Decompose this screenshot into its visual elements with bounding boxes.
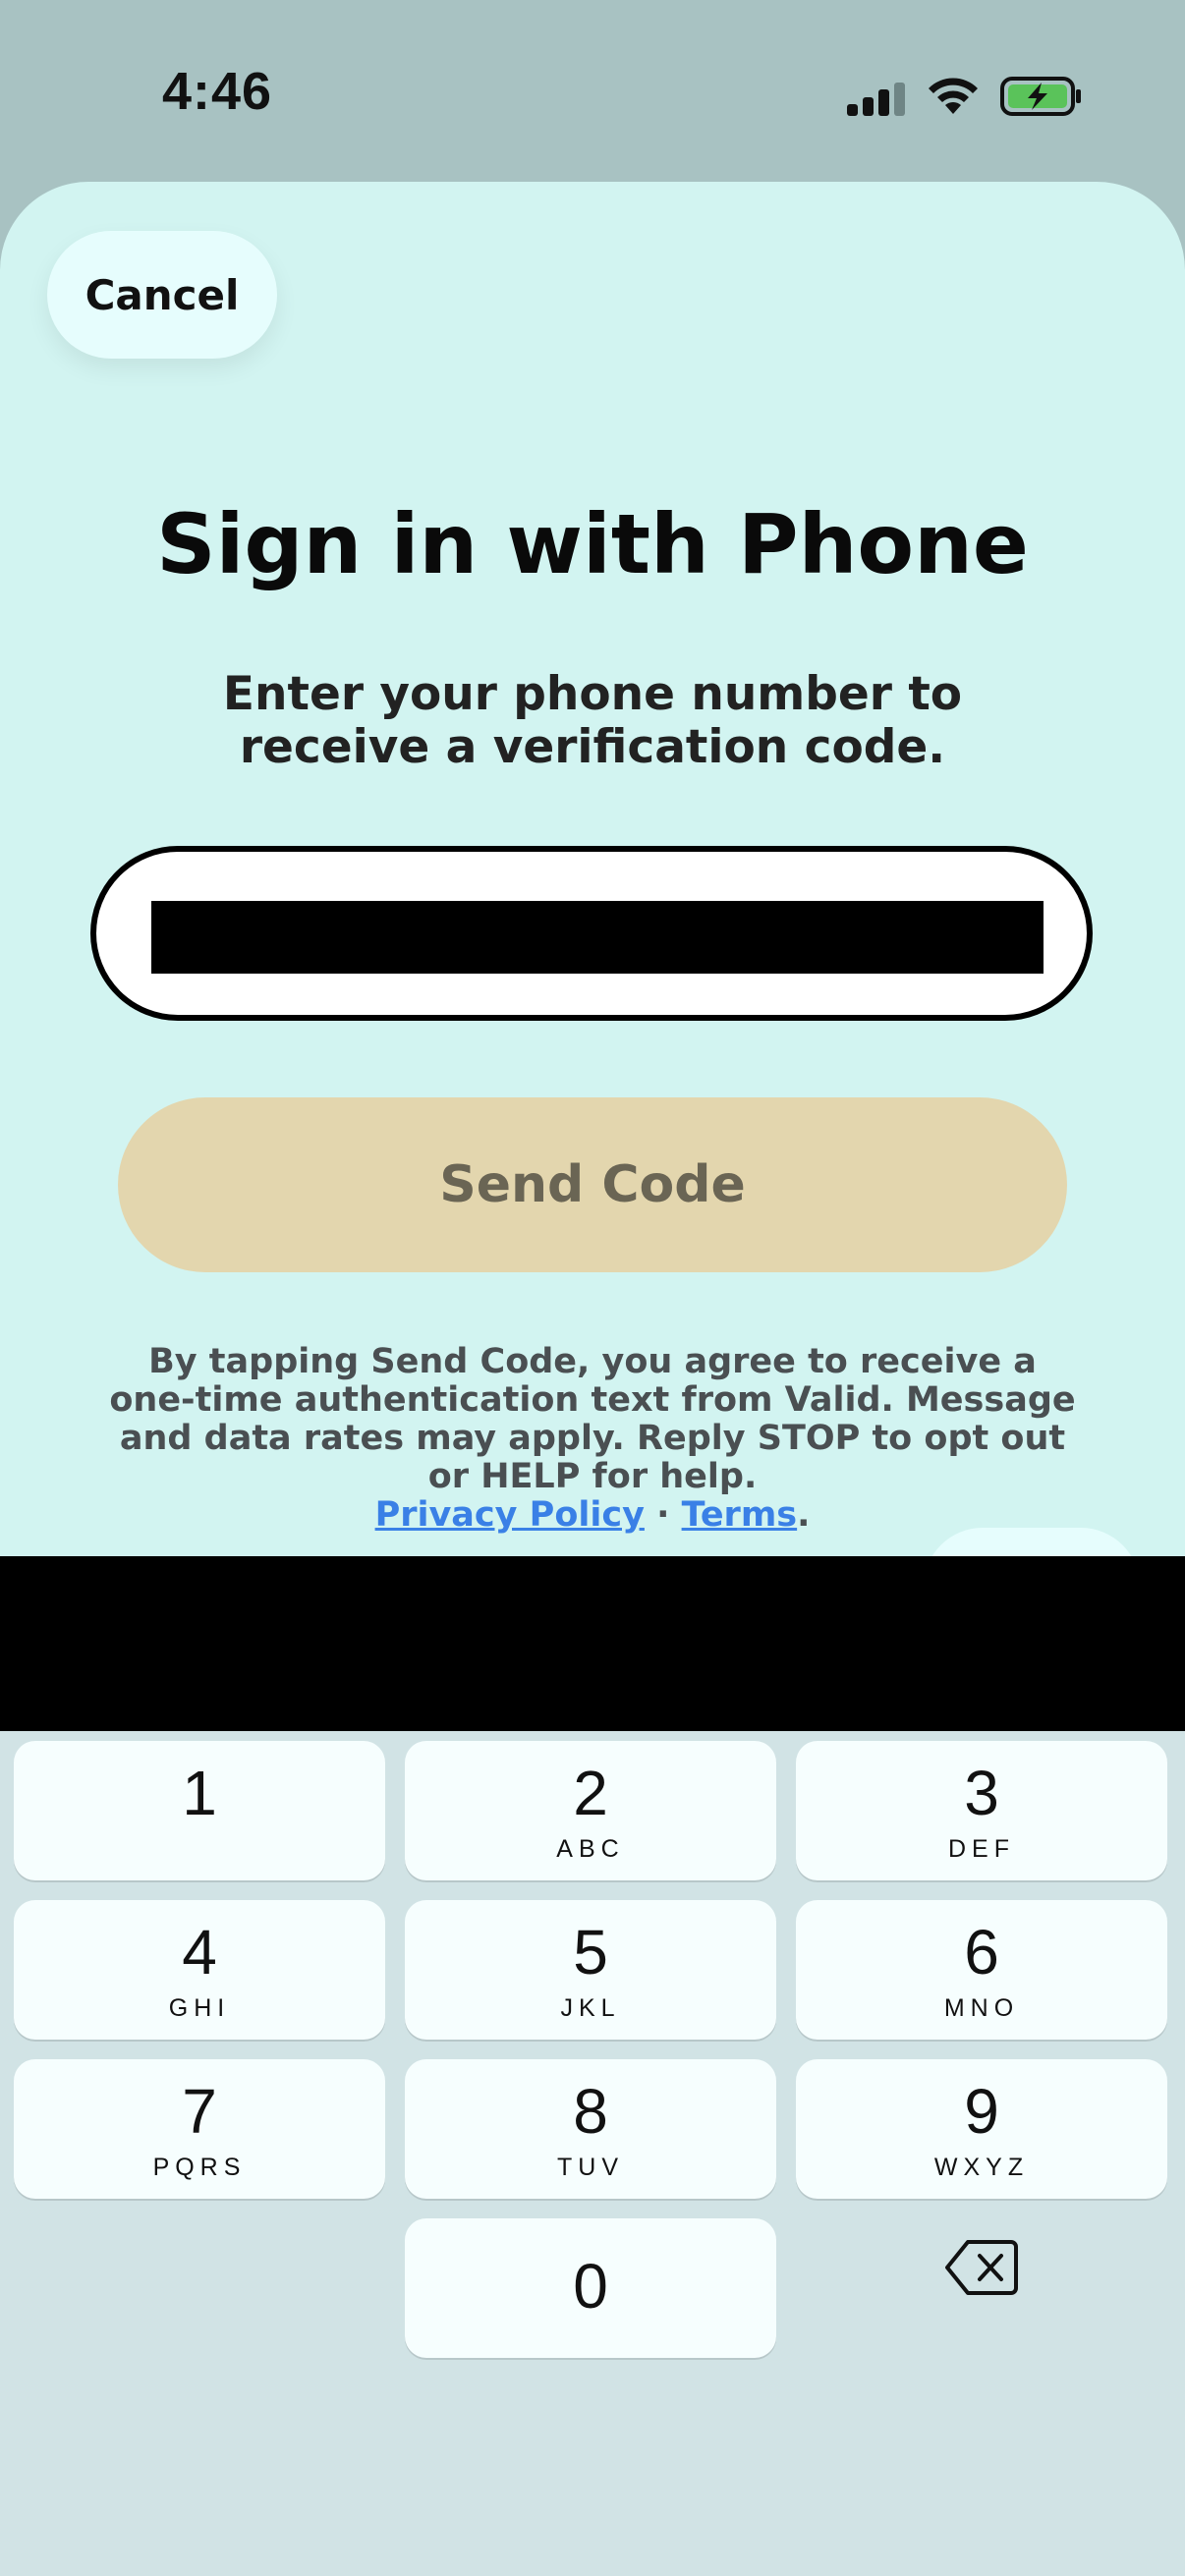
key-letters: PQRS	[152, 2154, 247, 2181]
key-digit: 8	[573, 2076, 608, 2147]
page-subtitle: Enter your phone number to receive a ver…	[222, 667, 963, 774]
terms-link[interactable]: Terms	[682, 1495, 798, 1535]
status-bar: 4:46	[0, 0, 1185, 182]
key-8[interactable]: 8 TUV	[405, 2059, 776, 2199]
delete-backspace-icon	[945, 2240, 1018, 2295]
disclaimer-period: .	[797, 1495, 811, 1535]
key-letters: MNO	[943, 1994, 1020, 2022]
key-digit: 3	[964, 1758, 999, 1828]
key-2[interactable]: 2 ABC	[405, 1741, 776, 1880]
disclaimer: By tapping Send Code, you agree to recei…	[108, 1343, 1077, 1535]
key-letters: WXYZ	[933, 2154, 1030, 2181]
key-letters: JKL	[560, 1994, 621, 2022]
key-letters: GHI	[168, 1994, 231, 2022]
delete-key[interactable]	[796, 2197, 1167, 2336]
key-digit: 6	[964, 1917, 999, 1988]
key-6[interactable]: 6 MNO	[796, 1900, 1167, 2040]
cellular-signal-icon	[847, 83, 905, 116]
link-separator: ·	[656, 1495, 670, 1535]
numeric-keypad: 1 2 ABC 3 DEF 4 GHI 5 JKL 6 MNO 7 PQRS 8…	[0, 1731, 1185, 2576]
key-letters: DEF	[948, 1835, 1015, 1863]
key-5[interactable]: 5 JKL	[405, 1900, 776, 2040]
wifi-icon	[929, 78, 978, 114]
cancel-button[interactable]: Cancel	[47, 231, 277, 359]
phone-input-container[interactable]	[90, 846, 1093, 1021]
key-digit: 7	[182, 2076, 217, 2147]
battery-charging-icon	[1000, 77, 1081, 116]
key-3[interactable]: 3 DEF	[796, 1741, 1167, 1880]
key-digit: 5	[573, 1917, 608, 1988]
phone-number-input[interactable]	[151, 901, 1044, 974]
privacy-policy-link[interactable]: Privacy Policy	[375, 1495, 645, 1535]
key-letters: ABC	[556, 1835, 625, 1863]
key-7[interactable]: 7 PQRS	[14, 2059, 385, 2199]
key-digit: 1	[182, 1758, 217, 1828]
key-digit: 9	[964, 2076, 999, 2147]
key-digit: 4	[182, 1917, 217, 1988]
key-digit: 0	[573, 2251, 608, 2322]
key-1[interactable]: 1	[14, 1741, 385, 1880]
key-9[interactable]: 9 WXYZ	[796, 2059, 1167, 2199]
send-code-button[interactable]: Send Code	[118, 1097, 1067, 1272]
key-4[interactable]: 4 GHI	[14, 1900, 385, 2040]
page-title: Sign in with Phone	[156, 496, 1029, 592]
key-digit: 2	[573, 1758, 608, 1828]
status-icons	[847, 71, 1083, 122]
key-0[interactable]: 0	[405, 2218, 776, 2358]
disclaimer-text: By tapping Send Code, you agree to recei…	[109, 1342, 1076, 1496]
redacted-region	[0, 1556, 1185, 1731]
status-time: 4:46	[162, 62, 273, 121]
key-letters: TUV	[557, 2154, 624, 2181]
